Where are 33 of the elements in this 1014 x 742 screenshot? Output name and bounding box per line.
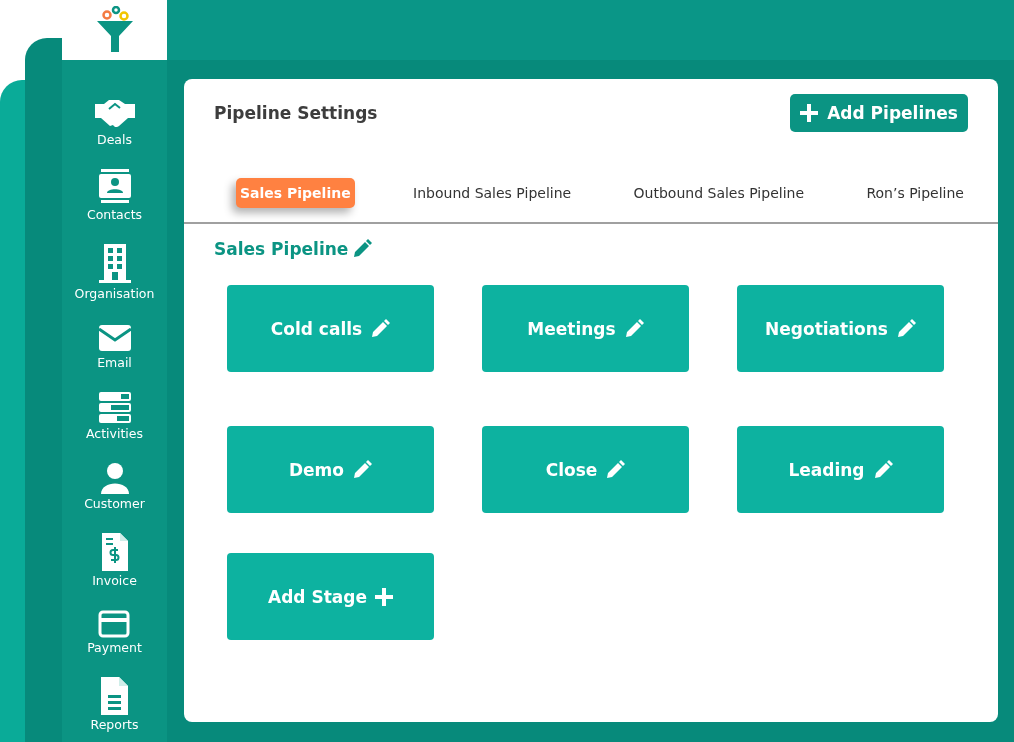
add-stage-button[interactable]: Add Stage [227,553,434,640]
pencil-icon[interactable] [352,459,372,480]
stage-card[interactable]: Leading [737,426,944,513]
panel-title: Pipeline Settings [214,103,378,123]
sidebar-label[interactable]: Payment [87,640,142,656]
pencil-icon[interactable] [623,318,644,339]
pencil-icon[interactable] [352,239,373,259]
stage-card[interactable]: Demo [227,426,434,513]
funnel-logo-icon [94,6,135,54]
plus-icon [375,587,393,606]
pipeline-name: Sales Pipeline [214,239,349,259]
sidebar-label[interactable]: Organisation [74,285,155,301]
pencil-icon[interactable] [895,318,916,339]
stage-card[interactable]: Meetings [482,285,689,372]
sidebar-label[interactable]: Activities [86,425,143,441]
pencil-icon[interactable] [370,318,391,339]
pipeline-tab[interactable]: Outbound Sales Pipeline [629,178,808,208]
pipeline-tab[interactable]: Sales Pipeline [236,178,355,208]
sidebar-label[interactable]: Invoice [92,573,137,589]
stage-card[interactable]: Negotiations [737,285,944,372]
pipeline-tab[interactable]: Inbound Sales Pipeline [409,178,576,208]
plus-icon [800,104,819,122]
sidebar-label[interactable]: Deals [97,132,132,147]
pencil-icon[interactable] [872,459,893,480]
pipeline-tab[interactable]: Ron’s Pipeline [862,178,968,208]
sidebar-label[interactable]: Email [97,354,132,370]
pencil-icon[interactable] [605,459,626,480]
stage-card[interactable]: Close [482,426,689,513]
add-pipelines-button[interactable]: Add Pipelines [790,94,968,132]
sidebar-label[interactable]: Customer [84,496,145,512]
sidebar-label[interactable]: Reports [90,717,139,732]
stage-card[interactable]: Cold calls [227,285,434,372]
sidebar-label[interactable]: Contacts [86,206,143,222]
